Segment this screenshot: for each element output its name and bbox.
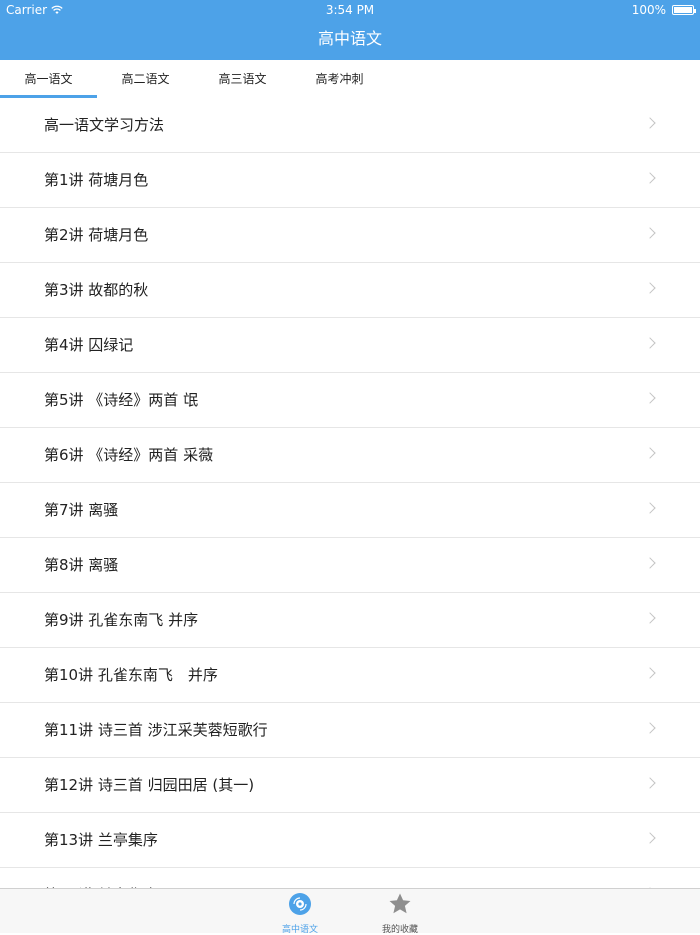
- tab-exam-sprint[interactable]: 高考冲刺: [291, 60, 388, 98]
- chevron-right-icon: [644, 557, 656, 569]
- page-title: 高中语文: [317, 29, 382, 48]
- list-item[interactable]: 第8讲 离骚: [0, 538, 700, 593]
- tab-grade-3[interactable]: 高三语文: [194, 60, 291, 98]
- nav-bar: 高中语文: [0, 20, 700, 60]
- chevron-right-icon: [644, 612, 656, 624]
- list-item-label: 第14讲 兰亭集序: [44, 868, 158, 888]
- list-item-label: 第13讲 兰亭集序: [44, 831, 158, 849]
- chevron-right-icon: [644, 667, 656, 679]
- list-item[interactable]: 第9讲 孔雀东南飞 并序: [0, 593, 700, 648]
- list-item-label: 第2讲 荷塘月色: [44, 226, 149, 244]
- list-item[interactable]: 第11讲 诗三首 涉江采芙蓉短歌行: [0, 703, 700, 758]
- disc-icon: [289, 893, 311, 915]
- list-item[interactable]: 第2讲 荷塘月色: [0, 208, 700, 263]
- list-item-label: 第12讲 诗三首 归园田居 (其一): [44, 776, 255, 794]
- chevron-right-icon: [644, 447, 656, 459]
- list-item[interactable]: 第1讲 荷塘月色: [0, 153, 700, 208]
- tabbar-label-favorites: 我的收藏: [381, 925, 418, 935]
- tabbar-item-chinese[interactable]: 高中语文: [265, 892, 335, 935]
- chevron-right-icon: [644, 227, 656, 239]
- chevron-right-icon: [644, 777, 656, 789]
- list-item-label: 第10讲 孔雀东南飞 并序: [44, 666, 218, 684]
- battery-percent: 100%: [631, 3, 666, 17]
- status-right: 100%: [631, 3, 696, 17]
- list-item[interactable]: 第4讲 囚绿记: [0, 318, 700, 373]
- chevron-right-icon: [644, 502, 656, 514]
- star-icon: [389, 893, 411, 914]
- list-item-label: 第11讲 诗三首 涉江采芙蓉短歌行: [44, 721, 268, 739]
- list-item-label: 第1讲 荷塘月色: [44, 171, 149, 189]
- tabbar-label-chinese: 高中语文: [281, 925, 318, 935]
- chevron-right-icon: [644, 172, 656, 184]
- list-item-label: 第6讲 《诗经》两首 采薇: [44, 446, 214, 464]
- chevron-right-icon: [644, 722, 656, 734]
- chevron-right-icon: [644, 832, 656, 844]
- list-item[interactable]: 第3讲 故都的秋: [0, 263, 700, 318]
- tab-grade-2[interactable]: 高二语文: [97, 60, 194, 98]
- list-item[interactable]: 第7讲 离骚: [0, 483, 700, 538]
- chevron-right-icon: [644, 117, 656, 129]
- battery-icon: [672, 5, 696, 15]
- list-item-label: 第4讲 囚绿记: [44, 336, 134, 354]
- list-item-label: 高一语文学习方法: [44, 116, 165, 134]
- list-item[interactable]: 第10讲 孔雀东南飞 并序: [0, 648, 700, 703]
- chevron-right-icon: [644, 337, 656, 349]
- list-item[interactable]: 第14讲 兰亭集序: [0, 868, 700, 888]
- chevron-right-icon: [644, 282, 656, 294]
- status-time: 3:54 PM: [325, 3, 375, 17]
- list-item-label: 第5讲 《诗经》两首 氓: [44, 391, 199, 409]
- tab-grade-1[interactable]: 高一语文: [0, 60, 97, 98]
- grade-tabs: 高一语文 高二语文 高三语文 高考冲刺: [0, 60, 390, 99]
- tabbar-item-favorites[interactable]: 我的收藏: [365, 892, 435, 935]
- list-item-label: 第8讲 离骚: [44, 556, 119, 574]
- list-item[interactable]: 高一语文学习方法: [0, 98, 700, 153]
- list-item-label: 第3讲 故都的秋: [44, 281, 149, 299]
- list-item[interactable]: 第5讲 《诗经》两首 氓: [0, 373, 700, 428]
- status-bar: Carrier 3:54 PM 100%: [0, 0, 700, 20]
- tab-bar: 高中语文 我的收藏: [0, 888, 700, 935]
- list-item-label: 第7讲 离骚: [44, 501, 119, 519]
- lesson-list[interactable]: 高一语文学习方法 第1讲 荷塘月色 第2讲 荷塘月色 第3讲 故都的秋 第4讲 …: [0, 98, 700, 888]
- list-item-label: 第9讲 孔雀东南飞 并序: [44, 611, 199, 629]
- chevron-right-icon: [644, 392, 656, 404]
- list-item[interactable]: 第13讲 兰亭集序: [0, 813, 700, 868]
- list-item[interactable]: 第12讲 诗三首 归园田居 (其一): [0, 758, 700, 813]
- list-item[interactable]: 第6讲 《诗经》两首 采薇: [0, 428, 700, 483]
